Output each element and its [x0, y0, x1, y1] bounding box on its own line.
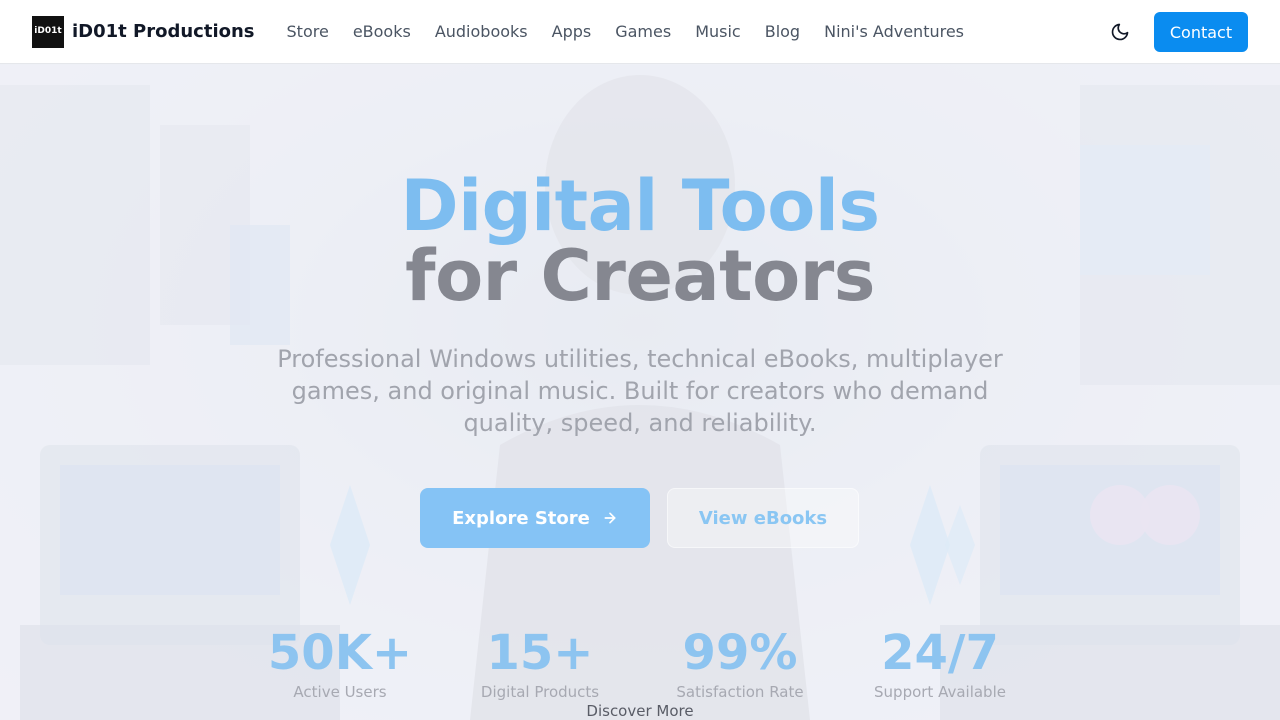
nav-item-audiobooks[interactable]: Audiobooks [423, 22, 540, 41]
main-nav: Store eBooks Audiobooks Apps Games Music… [275, 22, 977, 41]
nav-item-apps[interactable]: Apps [540, 22, 604, 41]
stat-label: Digital Products [480, 683, 600, 701]
stat-value: 99% [682, 625, 798, 681]
nav-item-games[interactable]: Games [603, 22, 683, 41]
stat-digital-products: 15+ Digital Products [440, 625, 640, 701]
view-ebooks-button[interactable]: View eBooks [667, 488, 859, 548]
theme-toggle-button[interactable] [1106, 18, 1134, 46]
nav-item-ninis-adventures[interactable]: Nini's Adventures [812, 22, 976, 41]
moon-icon [1111, 23, 1129, 41]
nav-item-store[interactable]: Store [275, 22, 341, 41]
hero-subtitle: Professional Windows utilities, technica… [277, 345, 1003, 437]
discover-more-link[interactable]: Discover More [540, 702, 740, 720]
nav-item-music[interactable]: Music [683, 22, 753, 41]
stat-label: Satisfaction Rate [676, 683, 804, 701]
stat-support-available: 24/7 Support Available [840, 625, 1040, 701]
nav-item-blog[interactable]: Blog [753, 22, 812, 41]
site-header: iD01t iD01t Productions Store eBooks Aud… [0, 0, 1280, 64]
hero-title: for Creators [405, 235, 875, 317]
brand-name[interactable]: iD01t Productions [72, 21, 255, 42]
contact-button[interactable]: Contact [1154, 12, 1248, 52]
explore-store-button[interactable]: Explore Store [420, 488, 650, 548]
explore-store-label: Explore Store [452, 507, 590, 529]
stat-label: Support Available [874, 683, 1006, 701]
stat-label: Active Users [293, 683, 387, 701]
hero-section: Digital Tools for Creators Professional … [0, 65, 1280, 720]
stat-value: 15+ [486, 625, 594, 681]
logo-text: iD01t [34, 26, 62, 36]
stat-value: 50K+ [267, 625, 413, 681]
logo[interactable]: iD01t [32, 15, 64, 48]
stat-satisfaction-rate: 99% Satisfaction Rate [640, 625, 840, 701]
stat-value: 24/7 [881, 625, 999, 681]
arrow-right-icon [604, 512, 616, 524]
nav-item-ebooks[interactable]: eBooks [341, 22, 423, 41]
stat-active-users: 50K+ Active Users [240, 625, 440, 701]
